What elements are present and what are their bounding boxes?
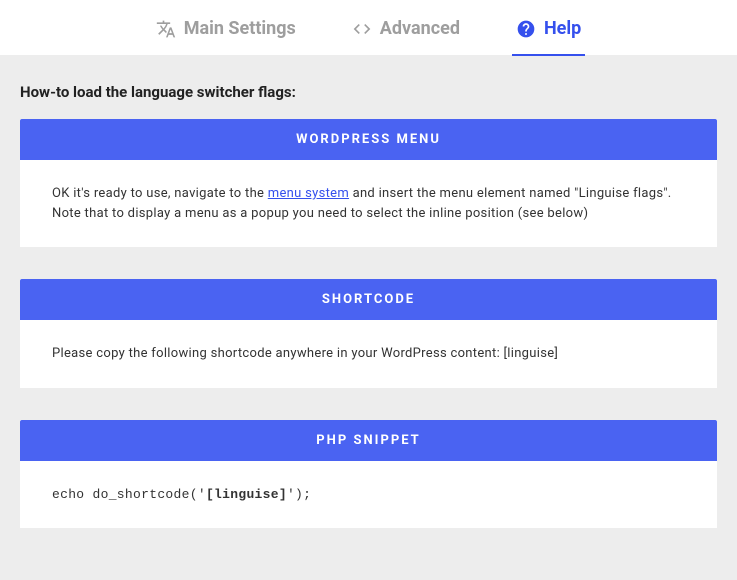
php-code: echo do_shortcode('[linguise]'); (52, 487, 311, 502)
section-php-snippet: PHP SNIPPET echo do_shortcode('[linguise… (20, 420, 717, 529)
section-body: Please copy the following shortcode anyw… (20, 320, 717, 388)
section-wordpress-menu: WORDPRESS MENU OK it's ready to use, nav… (20, 119, 717, 247)
tab-advanced[interactable]: Advanced (352, 18, 460, 41)
section-body: echo do_shortcode('[linguise]'); (20, 461, 717, 529)
section-title: PHP SNIPPET (20, 420, 717, 461)
menu-system-link[interactable]: menu system (268, 186, 349, 201)
code-icon (352, 19, 372, 39)
section-title: SHORTCODE (20, 279, 717, 320)
intro-heading: How-to load the language switcher flags: (20, 83, 717, 101)
tab-label: Advanced (380, 18, 460, 39)
code-pre: echo do_shortcode(' (52, 487, 206, 502)
section-title: WORDPRESS MENU (20, 119, 717, 160)
translate-icon (156, 19, 176, 39)
tab-label: Main Settings (184, 18, 296, 39)
tab-help[interactable]: Help (516, 18, 581, 41)
code-shortcode: [linguise] (206, 487, 287, 502)
tab-main-settings[interactable]: Main Settings (156, 18, 296, 41)
help-icon (516, 19, 536, 39)
content-area: How-to load the language switcher flags:… (0, 55, 737, 580)
section-shortcode: SHORTCODE Please copy the following shor… (20, 279, 717, 388)
code-post: '); (287, 487, 311, 502)
text: OK it's ready to use, navigate to the (52, 186, 268, 201)
tab-label: Help (544, 18, 581, 39)
tabs: Main Settings Advanced Help (0, 0, 737, 55)
section-body: OK it's ready to use, navigate to the me… (20, 160, 717, 247)
